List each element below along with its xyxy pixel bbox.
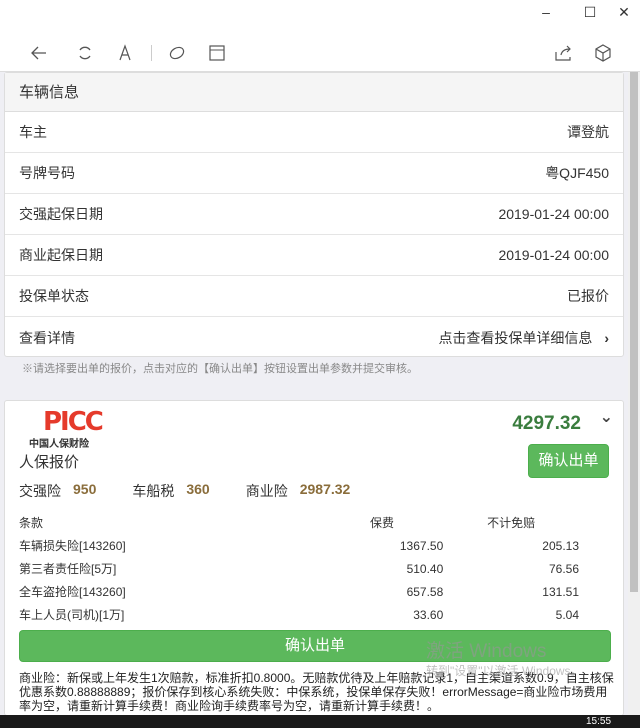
- coverage-table: 条款 保费 不计免赔 车辆损失险[143260] 1367.50 205.13 第三者责…: [19, 511, 579, 626]
- cell: 全车盗抢险[143260]: [19, 585, 126, 599]
- activation-watermark-sub: 转到"设置"以激活 Windows。: [426, 664, 583, 678]
- total-price: 4297.32: [512, 413, 581, 434]
- col-header: 条款: [19, 516, 44, 530]
- table-row: 车上人员(司机)[1万] 33.60 5.04: [19, 603, 579, 626]
- link-icon[interactable]: [166, 42, 188, 64]
- row-value: 粤QJF450: [545, 165, 609, 181]
- cell: 510.40: [406, 561, 444, 576]
- minimize-button[interactable]: –: [536, 4, 556, 20]
- sum-value: 950: [73, 481, 97, 497]
- clock: 15:55: [586, 716, 612, 727]
- table-header: 条款 保费 不计免赔: [19, 511, 579, 534]
- vehicle-info-panel: 车辆信息 车主 谭登航 号牌号码 粤QJF450 交强起保日期 2019-01-24 …: [4, 72, 624, 357]
- plate-row: 号牌号码 粤QJF450: [5, 153, 623, 194]
- cell: 第三者责任险[5万]: [19, 562, 117, 576]
- compulsory-date-row: 交强起保日期 2019-01-24 00:00: [5, 194, 623, 235]
- scrollbar-thumb[interactable]: [630, 72, 638, 592]
- cell: 131.51: [542, 584, 579, 599]
- row-label: 商业起保日期: [19, 247, 103, 263]
- maximize-button[interactable]: ☐: [580, 4, 600, 21]
- cell: 76.56: [548, 561, 579, 576]
- cell: 205.13: [542, 538, 579, 553]
- details-link[interactable]: 点击查看投保单详细信息: [438, 330, 592, 346]
- row-value: 2019-01-24 00:00: [498, 247, 609, 263]
- panel-title: 车辆信息: [5, 73, 623, 112]
- row-value: 2019-01-24 00:00: [498, 206, 609, 222]
- cell: 5.04: [555, 607, 579, 622]
- col-header: 不计免赔: [487, 516, 536, 530]
- sum-label: 车船税: [132, 483, 175, 499]
- sum-value: 360: [186, 481, 210, 497]
- taskbar: 15:55: [0, 715, 640, 728]
- chevron-right-icon: ›: [604, 329, 609, 346]
- sum-value: 2987.32: [299, 481, 351, 497]
- status-row: 投保单状态 已报价: [5, 276, 623, 317]
- logo-subtitle: 中国人保财险: [29, 439, 89, 450]
- row-label: 投保单状态: [19, 288, 89, 304]
- status-value: 已报价: [567, 288, 609, 304]
- row-label: 车主: [19, 124, 47, 140]
- row-value: 谭登航: [567, 124, 609, 140]
- hint-note: ※请选择要出单的报价，点击对应的【确认出单】按钮设置出单参数并提交审核。: [22, 362, 418, 375]
- table-row: 全车盗抢险[143260] 657.58 131.51: [19, 580, 579, 603]
- table-row: 第三者责任险[5万] 510.40 76.56: [19, 557, 579, 580]
- toolbar-divider: [151, 45, 152, 61]
- sum-label: 交强险: [19, 483, 61, 499]
- cell: 1367.50: [399, 538, 444, 553]
- owner-row: 车主 谭登航: [5, 112, 623, 153]
- cell: 33.60: [413, 607, 444, 622]
- chevron-down-icon[interactable]: ⌄: [600, 407, 613, 427]
- close-button[interactable]: ✕: [614, 4, 634, 21]
- browser-toolbar: – ☐ ✕: [0, 0, 640, 72]
- col-header: 保费: [369, 516, 394, 530]
- share-icon[interactable]: [552, 42, 574, 64]
- quote-title: 人保报价: [19, 454, 80, 471]
- cell: 车辆损失险[143260]: [19, 539, 126, 553]
- row-label: 号牌号码: [19, 165, 75, 181]
- confirm-issue-button-top[interactable]: 确认出单: [528, 444, 609, 478]
- refresh-icon[interactable]: [74, 42, 96, 64]
- picc-logo: PICC 中国人保财险: [29, 409, 113, 450]
- sum-label: 商业险: [245, 483, 288, 499]
- row-label: 交强起保日期: [19, 206, 103, 222]
- table-row: 车辆损失险[143260] 1367.50 205.13: [19, 534, 579, 557]
- view-details-row[interactable]: 查看详情 点击查看投保单详细信息 ›: [5, 317, 623, 358]
- cell: 车上人员(司机)[1万]: [19, 608, 125, 622]
- font-icon[interactable]: [114, 42, 136, 64]
- cube-icon[interactable]: [592, 42, 614, 64]
- commercial-date-row: 商业起保日期 2019-01-24 00:00: [5, 235, 623, 276]
- row-label: 查看详情: [19, 329, 75, 346]
- premium-summary: 交强险 950 车船税 360 商业险 2987.32: [19, 481, 386, 501]
- activation-watermark: 激活 Windows: [426, 641, 547, 662]
- window-icon[interactable]: [206, 42, 228, 64]
- cell: 657.58: [406, 584, 444, 599]
- back-icon[interactable]: [28, 42, 50, 64]
